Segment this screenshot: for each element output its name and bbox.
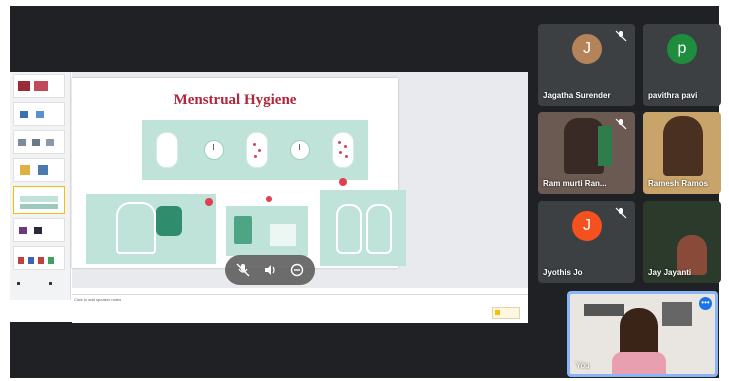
avatar: p [667,34,697,64]
avatar: J [572,34,602,64]
participant-tile[interactable]: J Jyothis Jo [538,201,635,283]
video-feed-detail [598,126,612,166]
wall-decor [584,304,624,316]
slide-thumbnail[interactable] [13,130,65,154]
slide-thumbnail[interactable] [13,246,65,270]
more-options-icon[interactable]: ••• [699,297,712,310]
clock-icon [204,140,224,160]
participant-tile[interactable]: p pavithra pavi [643,24,721,106]
minus-circle-icon[interactable] [287,260,307,280]
clock-icon [290,140,310,160]
pad-icon [156,132,178,168]
participant-tile[interactable]: J Jagatha Surender [538,24,635,106]
cross-icon [205,198,213,206]
hand-icon [366,204,392,254]
slide-thumbnail[interactable] [13,102,65,126]
participant-name: Jyothis Jo [543,268,583,277]
pad-icon [246,132,268,168]
slide-title: Menstrual Hygiene [173,92,297,108]
participant-name: Ramesh Ramos [648,179,709,188]
participant-tile[interactable]: Ramesh Ramos [643,112,721,194]
slide-thumbnail[interactable] [13,218,65,242]
mic-off-icon [615,118,627,130]
slide-thumbnail[interactable] [13,158,65,182]
current-slide[interactable]: Menstrual Hygiene [72,78,406,268]
speaker-notes-placeholder: Click to add speaker notes [74,297,122,302]
self-name: You [576,361,590,370]
speaker-notes[interactable]: Click to add speaker notes [72,294,528,323]
pad-icon [332,132,354,168]
presentation-controls [225,255,315,285]
explore-icon [495,310,500,315]
hand-icon [336,204,362,254]
participant-tile[interactable]: Ram murti Ran... [538,112,635,194]
avatar: J [572,211,602,241]
slide-thumbnail[interactable] [13,274,63,292]
participant-name: Ram murti Ran... [543,179,607,188]
mic-off-icon [615,30,627,42]
explore-button[interactable] [492,307,520,319]
video-feed [663,116,703,176]
pads-illustration [142,120,368,180]
participant-name: Jagatha Surender [543,91,611,100]
volume-icon[interactable] [260,260,280,280]
participant-name: pavithra pavi [648,91,698,100]
cross-icon [339,178,347,186]
slide-thumbnail-selected[interactable] [13,186,65,214]
wall-decor [662,302,692,326]
cross-icon [266,196,272,202]
self-person-shirt [612,352,666,374]
mic-off-icon[interactable] [233,260,253,280]
mic-off-icon [615,207,627,219]
disposal-illustration [86,194,216,264]
participant-name: Jay Jayanti [648,268,692,277]
shared-screen: Menstrual Hygiene Click to add speaker n… [10,72,528,323]
slide-thumbnail[interactable] [13,74,65,98]
self-view-tile[interactable]: You ••• [567,291,718,377]
slide-thumbnail-panel[interactable] [10,72,71,300]
washing-illustration [226,206,308,256]
handwash-illustration [320,190,406,266]
participant-tile[interactable]: Jay Jayanti [643,201,721,283]
